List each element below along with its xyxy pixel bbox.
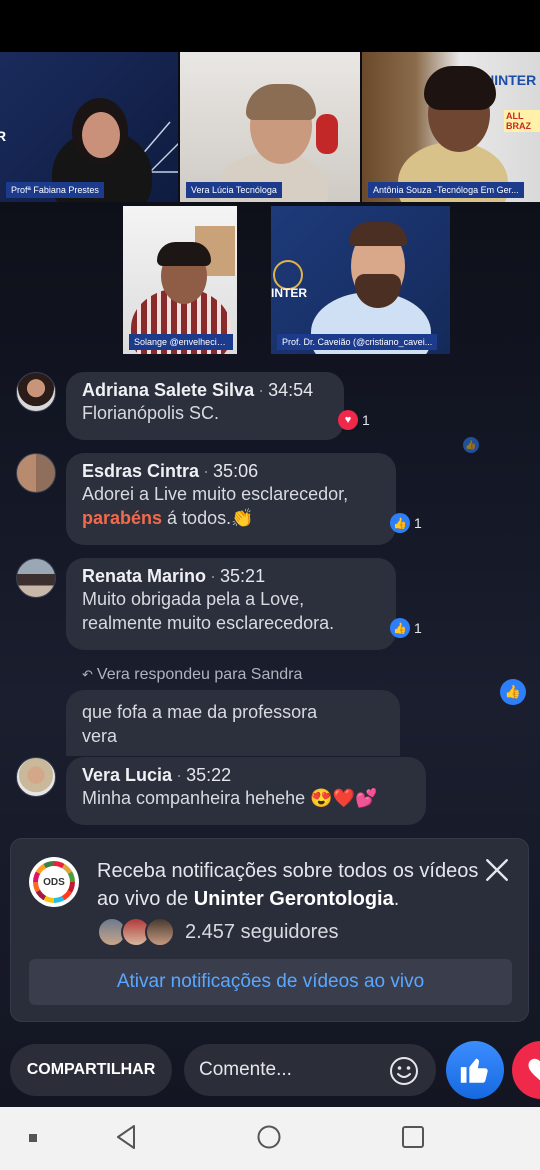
person-hair [246,84,316,120]
follower-avatar [145,917,175,947]
recents-dot-icon[interactable] [29,1134,37,1142]
video-label: Vera Lúcia Tecnóloga [186,182,282,198]
system-navigation-bar [0,1107,540,1170]
comment-text-line2: vera [82,726,118,746]
comment-author[interactable]: Adriana Salete Silva [82,380,254,400]
reaction-count: 1 [414,620,422,636]
comment-bubble[interactable]: Renata Marino · 35:21 Muito obrigada pela … [66,558,396,650]
comment-bubble[interactable]: Esdras Cintra · 35:06 Adorei a Live muito … [66,453,396,545]
heart-icon: ♥ [338,410,358,430]
comment-text-rest: á todos.👏 [162,508,254,528]
banner: ALL BRAZ [504,110,540,132]
comment-renata: Renata Marino · 35:21 Muito obrigada pela … [16,558,526,650]
video-label: Solange @envelheciativo [129,334,233,350]
avatar[interactable] [16,372,56,412]
comment-bubble[interactable]: Adriana Salete Silva · 34:54 Florianópolis… [66,372,344,440]
back-icon[interactable] [114,1124,138,1150]
like-icon: 👍 [390,618,410,638]
logo-fragment: R [0,128,7,144]
page-name-link[interactable]: Uninter Gerontologia [194,888,394,910]
comment-time[interactable]: 35:06 [213,461,258,481]
notification-text-after: . [393,888,400,910]
comment-vera: Vera Lucia · 35:22 Minha companheira heheh… [16,757,526,827]
headphone [316,114,338,154]
comment-time[interactable]: 34:54 [268,380,313,400]
person-face [82,112,120,158]
separator-dot: · [176,765,183,785]
reply-bubble[interactable]: que fofa a mae da professora vera [66,690,400,756]
avatar[interactable] [16,757,56,797]
love-reaction-button[interactable] [512,1041,540,1099]
person-hair [424,66,496,110]
comment-text: Minha companheira hehehe 😍❤️💕 [82,788,378,808]
separator-dot: · [258,380,265,400]
reply-note-text: Vera respondeu para Sandra [96,666,303,683]
avatar[interactable] [16,558,56,598]
notification-text: Receba notificações sobre todos os vídeo… [97,857,487,913]
comment-text: Florianópolis SC. [82,403,220,423]
comment-adriana: Adriana Salete Silva · 34:54 Florianópolis… [16,372,526,442]
emoji-icon[interactable] [388,1055,420,1087]
comment-text-line1: Muito obrigada pela a Love, [82,589,305,609]
separator-dot: · [203,461,210,481]
video-tile-caveiao[interactable]: INTER Prof. Dr. Caveião (@cristiano_cave… [271,206,450,354]
close-icon[interactable] [484,857,510,883]
reaction-count: 1 [414,515,422,531]
like-reaction-button[interactable] [446,1041,504,1099]
comment-esdras: Esdras Cintra · 35:06 Adorei a Live muito … [16,453,526,545]
separator-dot: · [210,566,217,586]
video-tile-vera[interactable]: Vera Lúcia Tecnóloga [180,52,360,202]
activate-live-notifications-button[interactable]: Ativar notificações de vídeos ao vivo [29,959,512,1005]
like-icon: 👍 [390,513,410,533]
floating-like-icon: 👍 [463,437,479,453]
video-label: Prof. Dr. Caveião (@cristiano_cavei... [277,334,438,350]
reaction-summary[interactable]: 👍 1 [390,618,422,638]
overview-icon[interactable] [401,1125,425,1149]
reply-note[interactable]: ↶ Vera respondeu para Sandra [82,666,302,684]
comment-time[interactable]: 35:22 [186,765,231,785]
comment-author[interactable]: Renata Marino [82,566,206,586]
reply-arrow-icon: ↶ [82,667,93,682]
status-bar [0,0,540,52]
thumbs-up-icon [460,1058,488,1083]
comment-text-line2: parabéns á todos.👏 [82,506,380,530]
reaction-summary[interactable]: 👍 1 [390,513,422,533]
person-hair [157,242,211,266]
ods-logo[interactable]: ODS [29,857,79,907]
floating-like-icon: 👍 [500,679,526,705]
reaction-count: 1 [362,412,370,428]
screen: { "videos": [ {"label": "Prof\u00aa Fabi… [0,0,540,1170]
followers-count: 2.457 seguidores [185,920,339,943]
comment-author[interactable]: Vera Lucia [82,765,172,785]
highlight-word: parabéns [82,508,163,528]
video-tile-fabiana[interactable]: R Profª Fabiana Prestes [0,52,178,202]
live-notification-card: ODS Receba notificações sobre todos os v… [10,838,529,1022]
heart-icon [528,1058,540,1081]
ods-logo-text: ODS [38,866,70,898]
logo-fragment: INTER [271,286,307,300]
avatar[interactable] [16,453,56,493]
comment-time[interactable]: 35:21 [220,566,265,586]
video-tile-antonia[interactable]: UNINTER ALL BRAZ Antônia Souza -Tecnólog… [362,52,540,202]
comment-bubble[interactable]: Vera Lucia · 35:22 Minha companheira heheh… [66,757,426,825]
reaction-summary[interactable]: ♥ 1 [338,410,370,430]
comment-text-line1: Adorei a Live muito esclarecedor, [82,484,349,504]
video-label: Antônia Souza -Tecnóloga Em Ger... [368,182,524,198]
video-tile-solange[interactable]: Solange @envelheciativo [123,206,237,354]
comment-text-line1: que fofa a mae da professora [82,702,318,722]
comment-author[interactable]: Esdras Cintra [82,461,199,481]
followers-row: 2.457 seguidores [97,917,338,947]
video-label: Profª Fabiana Prestes [6,182,104,198]
share-button[interactable]: COMPARTILHAR [10,1044,172,1096]
comment-text-line2: realmente muito esclarecedora. [82,613,335,633]
home-icon[interactable] [256,1124,282,1150]
person-hair [349,222,407,246]
